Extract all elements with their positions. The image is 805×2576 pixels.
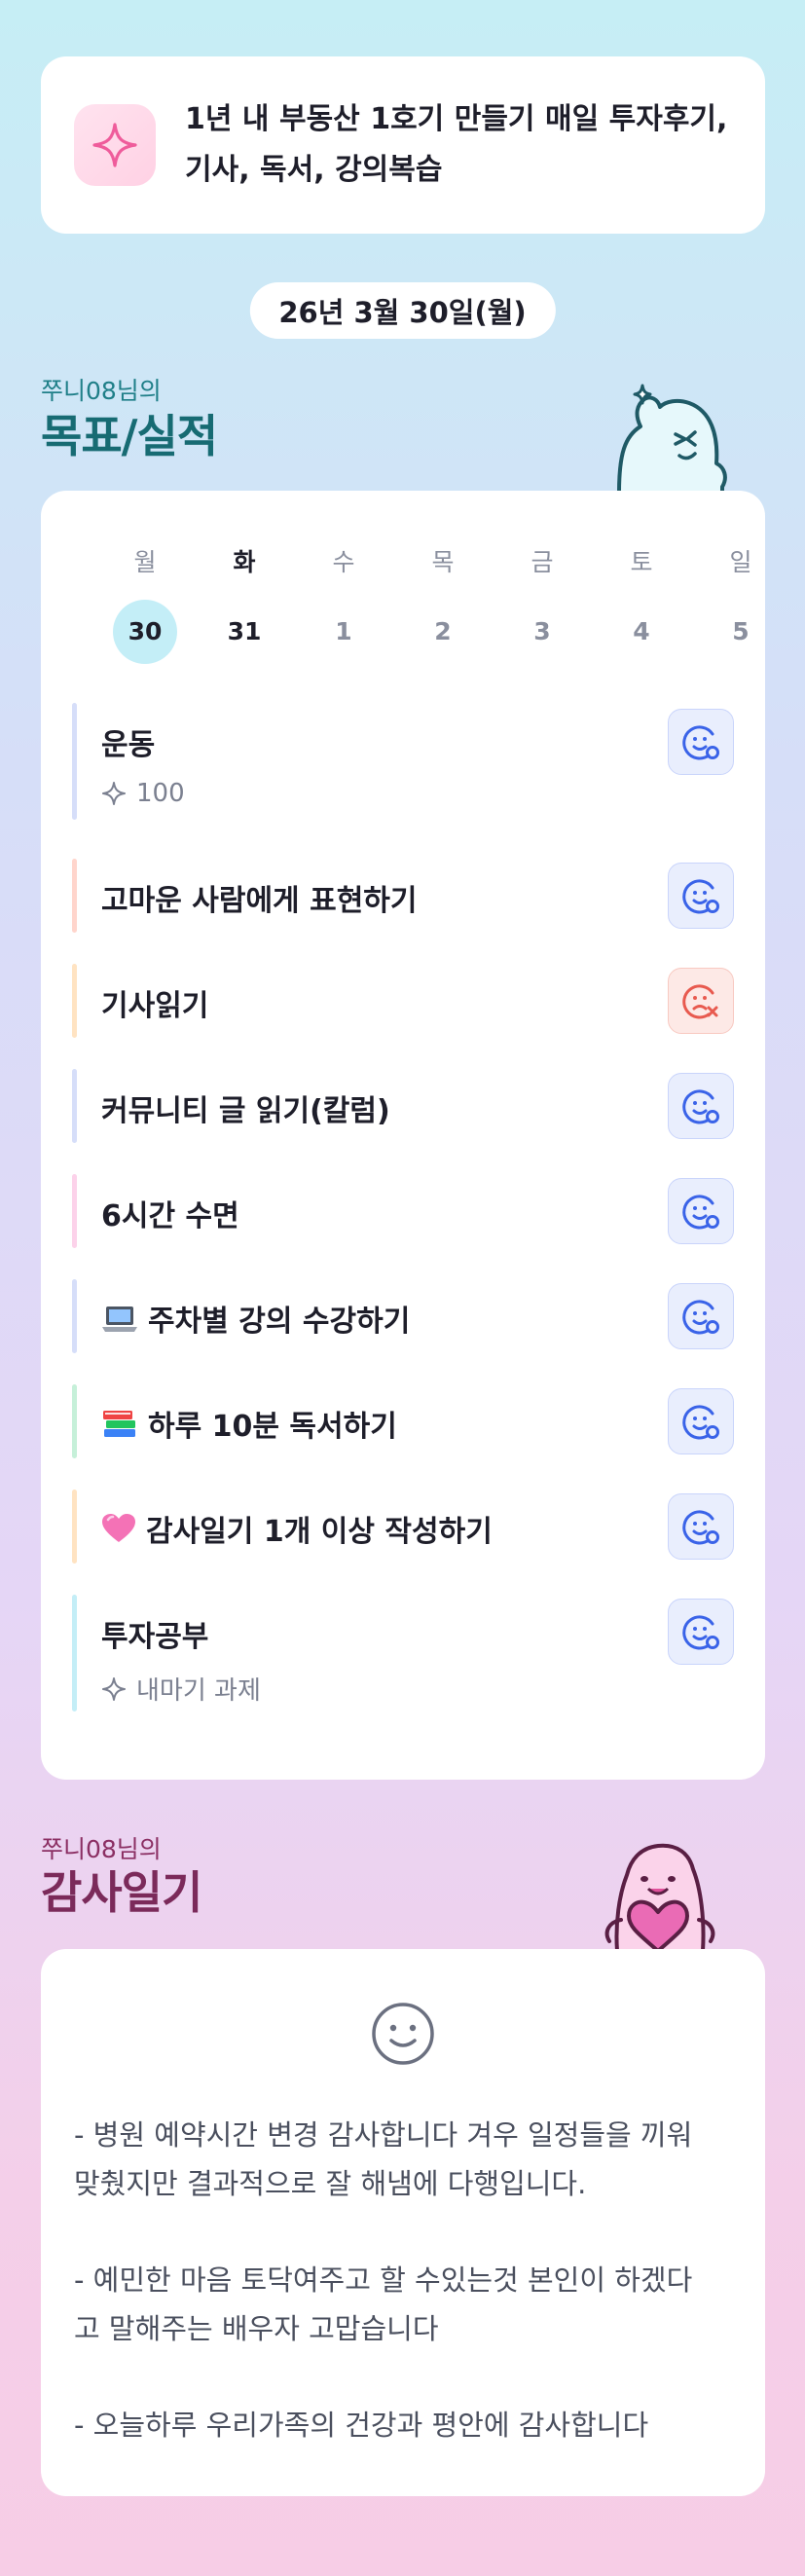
weekday-wed: 수	[332, 548, 355, 576]
habit-title: 운동	[101, 728, 156, 762]
sparkle-icon	[74, 104, 156, 186]
smile-check-icon	[682, 725, 719, 760]
habit-title: 투자공부	[101, 1620, 209, 1654]
habit-item[interactable]: 기사읽기	[72, 964, 734, 1038]
goal-line-2: 기사, 독서, 강의복습	[185, 153, 443, 187]
status-success-button[interactable]	[668, 1599, 734, 1665]
weekday-mon: 월	[133, 548, 157, 576]
frown-x-icon	[682, 984, 718, 1019]
goal-card[interactable]: 1년 내 부동산 1호기 만들기 매일 투자후기, 기사, 독서, 강의복습	[41, 56, 765, 234]
date-1[interactable]: 1	[311, 600, 376, 664]
habit-item[interactable]: 커뮤니티 글 읽기(칼럼)	[72, 1069, 734, 1143]
gratitude-entry-1: - 병원 예약시간 변경 감사합니다 겨우 일정들을 끼워 맞췄지만 결과적으로…	[74, 2111, 736, 2208]
gratitude-line: - 예민한 마음 토닥여주고 할 수있는것 본인이 하겠다	[74, 2263, 693, 2297]
sparkle-outline-icon	[102, 1676, 126, 1701]
smile-check-icon	[682, 879, 719, 914]
habit-color-bar	[72, 1384, 77, 1458]
status-success-button[interactable]	[668, 1388, 734, 1454]
smile-check-icon	[682, 1615, 719, 1650]
habit-sub: 내마기 과제	[101, 1671, 261, 1707]
habit-title: 커뮤니티 글 읽기(칼럼)	[101, 1094, 390, 1128]
date-5[interactable]: 5	[709, 600, 773, 664]
mascot-waving-illustration	[617, 384, 727, 493]
habit-item[interactable]: 6시간 수면	[72, 1174, 734, 1248]
gratitude-card: - 병원 예약시간 변경 감사합니다 겨우 일정들을 끼워 맞췄지만 결과적으로…	[41, 1949, 765, 2496]
smile-check-icon	[682, 1300, 719, 1335]
habit-item[interactable]: 주차별 강의 수강하기	[72, 1279, 734, 1353]
habit-color-bar	[72, 1174, 77, 1248]
goal-text: 1년 내 부동산 1호기 만들기 매일 투자후기, 기사, 독서, 강의복습	[185, 94, 727, 196]
habit-item[interactable]: 감사일기 1개 이상 작성하기	[72, 1490, 734, 1564]
date-3[interactable]: 3	[510, 600, 574, 664]
habit-color-bar	[72, 1595, 77, 1711]
date-2[interactable]: 2	[411, 600, 475, 664]
weekday-sun: 일	[729, 548, 752, 576]
habit-item[interactable]: 하루 10분 독서하기	[72, 1384, 734, 1458]
weekday-sat: 토	[630, 548, 653, 576]
habit-color-bar	[72, 1279, 77, 1353]
habit-color-bar	[72, 859, 77, 933]
status-success-button[interactable]	[668, 1493, 734, 1560]
habits-card: 월 화 수 목 금 토 일 30 31 1 2 3 4 5 운동 100 고마운…	[41, 491, 765, 1780]
pink-heart-icon	[102, 1514, 135, 1542]
habit-sub-value: 내마기 과제	[136, 1676, 261, 1706]
gratitude-section-title: 감사일기	[41, 1866, 202, 1919]
smile-check-icon	[682, 1195, 719, 1230]
status-success-button[interactable]	[668, 1178, 734, 1244]
date-4[interactable]: 4	[609, 600, 674, 664]
smile-check-icon	[682, 1089, 719, 1124]
mascot-heart-illustration	[604, 1843, 715, 1951]
smile-check-icon	[682, 1405, 719, 1440]
date-30[interactable]: 30	[113, 600, 177, 664]
habit-title-row: 주차별 강의 수강하기	[101, 1297, 410, 1340]
habits-section-title: 목표/실적	[41, 410, 218, 462]
habit-item[interactable]: 운동 100	[72, 703, 734, 820]
weekday-tue: 화	[233, 548, 256, 576]
sparkle-outline-icon	[102, 782, 126, 805]
date-selector[interactable]: 26년 3월 30일(월)	[249, 282, 556, 339]
habit-color-bar	[72, 1490, 77, 1564]
gratitude-line: - 오늘하루 우리가족의 건강과 평안에 감사합니다	[74, 2409, 649, 2442]
habit-item[interactable]: 고마운 사람에게 표현하기	[72, 859, 734, 933]
habit-color-bar	[72, 1069, 77, 1143]
gratitude-line: 맞췄지만 결과적으로 잘 해냄에 다행입니다.	[74, 2167, 587, 2200]
gratitude-line: - 병원 예약시간 변경 감사합니다 겨우 일정들을 끼워	[74, 2118, 693, 2152]
habit-sub-value: 100	[136, 779, 185, 808]
status-success-button[interactable]	[668, 1283, 734, 1349]
habit-title: 고마운 사람에게 표현하기	[101, 884, 418, 918]
date-31[interactable]: 31	[212, 600, 276, 664]
status-success-button[interactable]	[668, 1073, 734, 1139]
laptop-icon	[102, 1306, 137, 1332]
goal-line-1: 1년 내 부동산 1호기 만들기 매일 투자후기,	[185, 102, 728, 136]
smiley-icon	[372, 2003, 434, 2065]
habit-sub: 100	[101, 779, 185, 808]
habit-color-bar	[72, 703, 77, 820]
weekday-fri: 금	[531, 548, 554, 576]
smile-check-icon	[682, 1510, 719, 1545]
gratitude-entry-2: - 예민한 마음 토닥여주고 할 수있는것 본인이 하겠다 고 말해주는 배우자…	[74, 2256, 736, 2353]
habit-title: 감사일기 1개 이상 작성하기	[146, 1515, 493, 1549]
gratitude-entry-3: - 오늘하루 우리가족의 건강과 평안에 감사합니다	[74, 2401, 736, 2449]
habit-color-bar	[72, 964, 77, 1038]
gratitude-line: 고 말해주는 배우자 고맙습니다	[74, 2312, 439, 2345]
status-success-button[interactable]	[668, 863, 734, 929]
habit-title-row: 감사일기 1개 이상 작성하기	[101, 1507, 493, 1550]
weekday-thu: 목	[431, 548, 455, 576]
habit-title: 하루 10분 독서하기	[148, 1410, 397, 1444]
habit-title-row: 하루 10분 독서하기	[101, 1402, 397, 1445]
status-fail-button[interactable]	[668, 968, 734, 1034]
habit-title: 기사읽기	[101, 989, 209, 1023]
status-success-button[interactable]	[668, 709, 734, 775]
habit-title: 6시간 수면	[101, 1199, 239, 1233]
books-icon	[103, 1411, 135, 1437]
habit-item[interactable]: 투자공부 내마기 과제	[72, 1595, 734, 1711]
habit-title: 주차별 강의 수강하기	[148, 1305, 411, 1339]
